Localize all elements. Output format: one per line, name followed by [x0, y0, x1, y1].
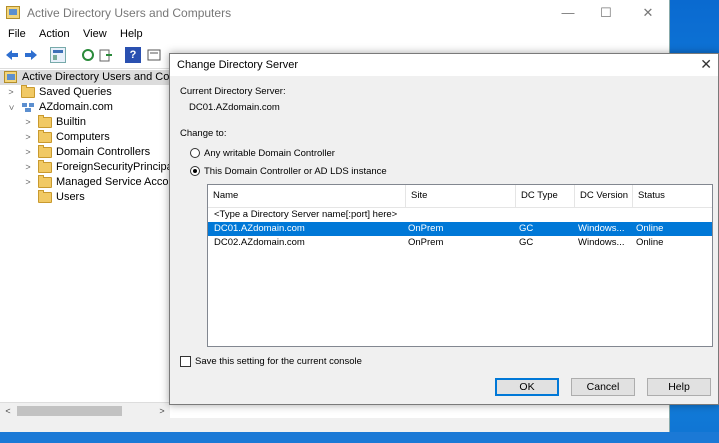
column-header-name[interactable]: Name: [208, 185, 406, 207]
dialog-title: Change Directory Server: [177, 59, 299, 71]
tree-item-foreign-security-principals[interactable]: > ForeignSecurityPrincipal: [0, 160, 170, 175]
dialog-close-icon[interactable]: ✕: [700, 56, 712, 73]
aduc-root-icon: [4, 71, 17, 83]
domain-icon: [21, 102, 35, 113]
current-server-label: Current Directory Server:: [180, 86, 286, 97]
row-dc-version: Windows...: [578, 223, 625, 234]
ok-button[interactable]: OK: [495, 378, 559, 396]
folder-icon: [21, 85, 35, 98]
menu-view[interactable]: View: [83, 28, 107, 40]
help-icon[interactable]: ?: [125, 47, 141, 63]
tree-item-computers[interactable]: > Computers: [0, 130, 170, 145]
change-directory-server-dialog: Change Directory Server ✕ Current Direct…: [169, 53, 719, 405]
taskbar: [0, 432, 719, 443]
dialog-title-bar: Change Directory Server ✕: [170, 54, 718, 76]
tree-item-label: Domain Controllers: [56, 146, 151, 158]
back-arrow-icon[interactable]: [4, 47, 20, 63]
column-header-dc-version[interactable]: DC Version: [575, 185, 633, 207]
column-header-site[interactable]: Site: [406, 185, 516, 207]
window-title: Active Directory Users and Computers: [27, 6, 232, 20]
scroll-left-icon[interactable]: <: [1, 404, 15, 418]
close-button[interactable]: ✕: [628, 3, 668, 23]
radio-any-writable-dc-label[interactable]: Any writable Domain Controller: [204, 148, 335, 159]
chevron-down-icon[interactable]: >: [4, 103, 19, 113]
chevron-right-icon[interactable]: >: [23, 145, 33, 160]
tree-item-managed-service-accounts[interactable]: > Managed Service Accou: [0, 175, 170, 190]
tree-item-label: Users: [56, 191, 85, 203]
folder-icon: [38, 175, 52, 188]
current-server-value: DC01.AZdomain.com: [189, 102, 280, 113]
properties-icon[interactable]: [146, 47, 162, 63]
minimize-button[interactable]: —: [548, 3, 588, 23]
row-dc-type: GC: [519, 223, 534, 234]
tree-item-azdomain[interactable]: > AZdomain.com: [0, 100, 170, 115]
radio-this-dc[interactable]: [190, 166, 200, 176]
table-row[interactable]: DC02.AZdomain.com OnPrem GC Windows... O…: [208, 236, 712, 250]
save-setting-checkbox[interactable]: [180, 356, 191, 367]
chevron-right-icon[interactable]: >: [23, 115, 33, 130]
chevron-right-icon[interactable]: >: [6, 85, 16, 100]
save-setting-label[interactable]: Save this setting for the current consol…: [195, 356, 362, 367]
tree-root-item[interactable]: Active Directory Users and Com: [0, 70, 170, 85]
folder-icon: [38, 160, 52, 173]
cancel-button[interactable]: Cancel: [571, 378, 635, 396]
folder-icon: [38, 190, 52, 203]
tree-item-domain-controllers[interactable]: > Domain Controllers: [0, 145, 170, 160]
help-button[interactable]: Help: [647, 378, 711, 396]
menu-file[interactable]: File: [8, 28, 26, 40]
row-name: DC01.AZdomain.com: [214, 223, 305, 234]
tree-root-label: Active Directory Users and Com: [22, 71, 170, 83]
scroll-right-icon[interactable]: >: [155, 404, 169, 418]
folder-icon: [38, 130, 52, 143]
status-bar: [0, 418, 669, 432]
maximize-button[interactable]: ☐: [586, 3, 626, 23]
placeholder-row-text[interactable]: <Type a Directory Server name[:port] her…: [214, 208, 397, 222]
row-site: OnPrem: [408, 237, 444, 248]
tree-item-label: ForeignSecurityPrincipal: [56, 161, 170, 173]
menu-action[interactable]: Action: [39, 28, 70, 40]
row-dc-type: GC: [519, 237, 534, 248]
column-header-dc-type[interactable]: DC Type: [516, 185, 575, 207]
menu-bar: File Action View Help: [0, 26, 669, 44]
tree-item-label: Computers: [56, 131, 110, 143]
scroll-thumb[interactable]: [17, 406, 122, 416]
tree-item-label: Saved Queries: [39, 86, 112, 98]
tree-item-label: Builtin: [56, 116, 86, 128]
tree-item-builtin[interactable]: > Builtin: [0, 115, 170, 130]
aduc-app-icon: [6, 6, 20, 19]
forward-arrow-icon[interactable]: [23, 47, 39, 63]
chevron-right-icon[interactable]: >: [23, 175, 33, 190]
console-tree-icon[interactable]: [50, 47, 66, 63]
menu-help[interactable]: Help: [120, 28, 143, 40]
console-tree: Active Directory Users and Com > Saved Q…: [0, 68, 170, 403]
folder-icon: [38, 115, 52, 128]
placeholder-row[interactable]: <Type a Directory Server name[:port] her…: [208, 208, 712, 222]
tree-item-label: Managed Service Accou: [56, 176, 170, 188]
row-status: Online: [636, 223, 664, 234]
ou-folder-icon: [38, 145, 52, 158]
column-header-status[interactable]: Status: [633, 185, 712, 207]
radio-this-dc-label[interactable]: This Domain Controller or AD LDS instanc…: [204, 166, 387, 177]
row-name: DC02.AZdomain.com: [214, 237, 305, 248]
refresh-icon[interactable]: [80, 47, 96, 63]
table-row[interactable]: DC01.AZdomain.com OnPrem GC Windows... O…: [208, 222, 712, 236]
chevron-right-icon[interactable]: >: [23, 130, 33, 145]
title-bar: Active Directory Users and Computers — ☐…: [0, 0, 669, 26]
dc-list-view[interactable]: Name Site DC Type DC Version Status <Typ…: [207, 184, 713, 347]
row-dc-version: Windows...: [578, 237, 625, 248]
chevron-right-icon[interactable]: >: [23, 160, 33, 175]
tree-item-users[interactable]: Users: [0, 190, 170, 205]
radio-any-writable-dc[interactable]: [190, 148, 200, 158]
tree-horizontal-scrollbar[interactable]: < >: [0, 402, 170, 419]
dc-list-header: Name Site DC Type DC Version Status: [208, 185, 712, 208]
tree-item-saved-queries[interactable]: > Saved Queries: [0, 85, 170, 100]
change-to-label: Change to:: [180, 128, 227, 139]
row-site: OnPrem: [408, 223, 444, 234]
export-list-icon[interactable]: [98, 47, 114, 63]
row-status: Online: [636, 237, 664, 248]
tree-item-label: AZdomain.com: [39, 101, 113, 113]
